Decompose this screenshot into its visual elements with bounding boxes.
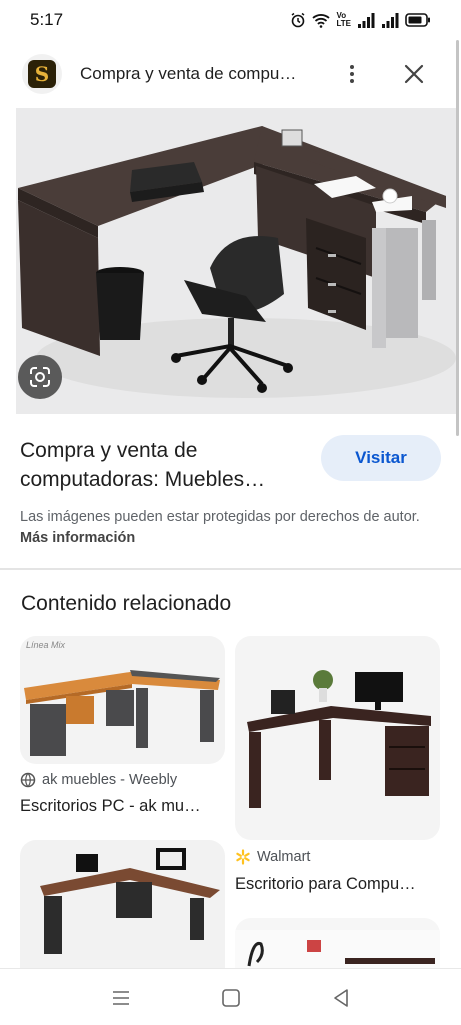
desk-thumbnail-3 xyxy=(40,848,220,954)
section-divider xyxy=(0,568,461,570)
more-info-link[interactable]: Más información xyxy=(20,530,135,546)
recents-icon[interactable] xyxy=(110,987,132,1009)
copyright-text: Las imágenes pueden estar protegidas por… xyxy=(20,509,420,525)
status-icons: Vo LTE xyxy=(290,10,431,30)
desk-thumbnail-2 xyxy=(247,670,431,808)
card-title-1[interactable]: Escritorios PC - ak mu… xyxy=(20,797,201,816)
main-image[interactable] xyxy=(16,108,456,414)
more-dot xyxy=(350,65,354,69)
signal-icon-2 xyxy=(382,12,399,28)
card-title-2[interactable]: Escritorio para Compu… xyxy=(235,875,416,894)
system-nav-bar xyxy=(0,968,461,1025)
home-icon[interactable] xyxy=(220,987,242,1009)
card-watermark: Línea Mix xyxy=(26,640,66,650)
scrollbar[interactable] xyxy=(456,40,459,436)
walmart-spark-icon xyxy=(236,849,250,865)
card-source-label: Walmart xyxy=(257,849,311,865)
globe-icon xyxy=(20,772,36,788)
site-logo-mark: S xyxy=(28,60,56,88)
google-lens-button[interactable] xyxy=(18,355,62,399)
desk-thumbnail-4 xyxy=(235,930,440,968)
more-options-button[interactable] xyxy=(340,60,364,88)
status-bar: 5:17 Vo LTE xyxy=(0,0,461,40)
close-icon[interactable] xyxy=(400,60,428,88)
battery-icon xyxy=(405,13,430,27)
card-source-label: ak muebles - Weebly xyxy=(42,772,178,788)
card-source-1: ak muebles - Weebly xyxy=(20,772,177,788)
lens-icon xyxy=(30,367,50,387)
result-title[interactable]: Compra y venta de computadoras: Muebles… xyxy=(20,436,310,494)
related-card-image-2[interactable] xyxy=(235,636,440,840)
site-title[interactable]: Compra y venta de compu… xyxy=(80,64,320,84)
visit-button[interactable]: Visitar xyxy=(321,435,441,481)
volte-icon: Vo LTE xyxy=(336,11,351,28)
more-dot xyxy=(350,79,354,83)
more-dot xyxy=(350,72,354,76)
related-card-image-1[interactable]: Línea Mix xyxy=(20,636,225,764)
viewer-header: S Compra y venta de compu… xyxy=(0,44,461,106)
back-icon[interactable] xyxy=(330,987,352,1009)
wifi-icon xyxy=(312,13,331,28)
related-section-title: Contenido relacionado xyxy=(21,592,232,615)
status-time: 5:17 xyxy=(30,10,64,29)
desk-thumbnail-1 xyxy=(24,670,220,756)
desk-illustration xyxy=(16,108,456,414)
signal-icon-1 xyxy=(358,12,375,28)
related-card-image-3[interactable] xyxy=(20,840,225,968)
site-favicon[interactable]: S xyxy=(22,54,62,94)
copyright-notice: Las imágenes pueden estar protegidas por… xyxy=(20,507,440,549)
card-source-2: Walmart xyxy=(235,849,310,865)
alarm-icon xyxy=(292,12,305,28)
related-card-image-4[interactable] xyxy=(235,918,440,968)
